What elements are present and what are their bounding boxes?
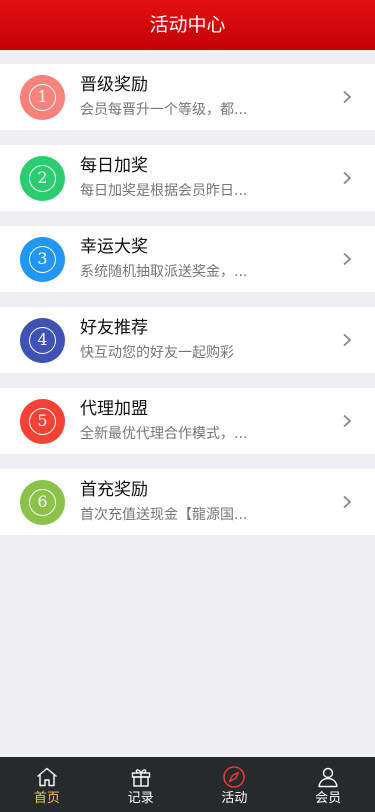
tab-activities[interactable]: 活动 [188,757,282,812]
list-item-first-deposit-reward[interactable]: 6 首充奖励 首次充值送现金【龍源国... [0,469,375,535]
list-item-promotion-reward[interactable]: 1 晋级奖励 会员每晋升一个等级，都... [0,64,375,130]
list-item-agent-join[interactable]: 5 代理加盟 全新最优代理合作模式，... [0,388,375,454]
gift-icon [131,769,150,787]
item-description: 会员每晋升一个等级，都... [80,102,248,118]
number-badge-6: 6 [20,479,65,525]
badge-number: 6 [29,488,56,516]
chevron-right-icon [343,253,352,265]
number-badge-2: 2 [20,155,65,201]
item-title: 好友推荐 [80,318,148,338]
tab-home[interactable]: 首页 [0,757,94,812]
chevron-right-icon [343,496,352,508]
tab-label: 记录 [127,791,154,806]
item-description: 每日加奖是根据会员昨日... [80,183,248,199]
chevron-right-icon [343,334,352,346]
item-title: 幸运大奖 [80,237,148,257]
number-badge-3: 3 [20,236,65,282]
list-item-lucky-prize[interactable]: 3 幸运大奖 系统随机抽取派送奖金，... [0,226,375,292]
bottom-tab-bar: 首页 记录 活动 会员 [0,757,375,812]
tab-member[interactable]: 会员 [281,757,375,812]
chevron-right-icon [343,415,352,427]
compass-icon [223,766,246,788]
item-description: 全新最优代理合作模式，... [80,426,248,442]
badge-number: 1 [29,83,56,111]
number-badge-4: 4 [20,317,65,363]
number-badge-1: 1 [20,74,65,120]
item-description: 系统随机抽取派送奖金，... [80,264,248,280]
home-icon [36,767,57,787]
badge-number: 3 [29,245,56,273]
item-title: 晋级奖励 [80,75,148,95]
item-title: 代理加盟 [80,399,148,419]
list-item-daily-bonus[interactable]: 2 每日加奖 每日加奖是根据会员昨日... [0,145,375,211]
activity-list: 1 晋级奖励 会员每晋升一个等级，都... 2 每日加奖 每日加奖是根据会员昨日… [0,64,375,550]
tab-records[interactable]: 记录 [94,757,188,812]
list-item-friend-referral[interactable]: 4 好友推荐 快互动您的好友一起购彩 [0,307,375,373]
tab-label: 活动 [221,791,248,806]
badge-number: 4 [29,326,56,354]
item-description: 快互动您的好友一起购彩 [80,345,234,361]
item-title: 首充奖励 [80,480,148,500]
user-icon [318,767,338,788]
number-badge-5: 5 [20,398,65,444]
chevron-right-icon [343,172,352,184]
badge-number: 2 [29,164,56,192]
badge-number: 5 [29,407,56,435]
page-title: 活动中心 [0,0,375,50]
item-title: 每日加奖 [80,156,148,176]
tab-label: 会员 [315,791,342,806]
tab-label: 首页 [33,791,60,806]
chevron-right-icon [343,91,352,103]
item-description: 首次充值送现金【龍源国... [80,507,248,523]
